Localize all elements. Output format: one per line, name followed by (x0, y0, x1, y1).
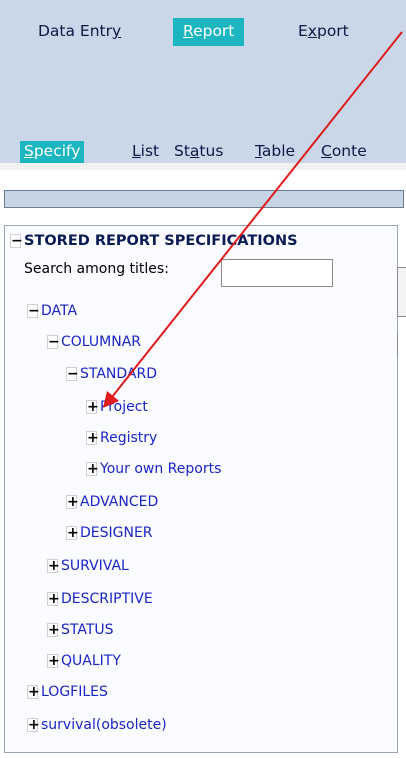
subtab-list[interactable]: List (132, 141, 159, 163)
tree-node-label[interactable]: STANDARD (80, 366, 157, 382)
expand-icon[interactable]: + (66, 526, 79, 540)
expand-icon[interactable]: + (86, 462, 99, 476)
right-pane-edge (397, 267, 406, 317)
tree-node-project[interactable]: +Project (86, 398, 148, 416)
collapse-icon[interactable]: − (10, 234, 23, 248)
subtab-list-label: ist (140, 142, 160, 160)
tree-node-label[interactable]: COLUMNAR (61, 334, 141, 350)
tab-report[interactable]: Report (173, 18, 245, 46)
collapse-icon[interactable]: − (47, 335, 60, 349)
tree-node-label[interactable]: LOGFILES (41, 684, 108, 700)
tree-node-columnar[interactable]: −COLUMNAR (47, 333, 141, 351)
subtab-status-label-rest: tus (199, 142, 224, 160)
tab-export-label: E (298, 22, 308, 40)
subtab-status-label: St (174, 142, 190, 160)
tree-node-label[interactable]: Registry (100, 430, 157, 446)
tree-node-label[interactable]: DATA (41, 303, 77, 319)
expand-icon[interactable]: + (27, 718, 40, 732)
tree-node-label[interactable]: survival(obsolete) (41, 717, 167, 733)
subtab-conte-hotkey: C (321, 142, 332, 160)
tab-data-entry-label: Data Entr (38, 22, 113, 40)
search-input[interactable] (221, 259, 333, 287)
expand-icon[interactable]: + (27, 685, 40, 699)
tree-node-registry[interactable]: +Registry (86, 429, 157, 447)
collapse-icon[interactable]: − (66, 367, 79, 381)
tree-node-label[interactable]: Your own Reports (100, 461, 221, 477)
subtab-table[interactable]: Table (255, 141, 295, 163)
subtab-table-label: able (261, 142, 296, 160)
subtab-table-hotkey: T (255, 142, 262, 160)
panel-title-label: STORED REPORT SPECIFICATIONS (24, 233, 298, 249)
tree-node-label[interactable]: STATUS (61, 622, 114, 638)
panel-title: −STORED REPORT SPECIFICATIONS (10, 232, 298, 250)
tab-export-hotkey: x (307, 22, 317, 40)
tree-node-label[interactable]: ADVANCED (80, 494, 158, 510)
sub-navigation: Specify List Status Table Conte (0, 141, 406, 163)
expand-icon[interactable]: + (47, 623, 60, 637)
expand-icon[interactable]: + (66, 495, 79, 509)
tab-data-entry[interactable]: Data Entry (38, 18, 121, 46)
subtab-status-hotkey: a (189, 142, 200, 160)
subtab-conte-label: onte (331, 142, 367, 160)
tree-node-data[interactable]: −DATA (27, 302, 77, 320)
expand-icon[interactable]: + (86, 400, 99, 414)
tree-node-designer[interactable]: +DESIGNER (66, 524, 153, 542)
subtab-specify-label: pecify (33, 142, 81, 160)
subtab-status[interactable]: Status (174, 141, 223, 163)
toolbar-strip (4, 190, 404, 208)
right-pane-edge-lower (397, 334, 406, 356)
expand-icon[interactable]: + (47, 654, 60, 668)
tree-node-survival-obsolete[interactable]: +survival(obsolete) (27, 716, 167, 734)
subtab-specify[interactable]: Specify (20, 141, 85, 163)
tab-report-label: eport (193, 22, 235, 40)
tree-node-standard[interactable]: −STANDARD (66, 365, 157, 383)
tree-node-status[interactable]: +STATUS (47, 621, 114, 639)
subtab-list-hotkey: L (132, 142, 141, 160)
subtab-conte[interactable]: Conte (321, 141, 367, 163)
tree-node-quality[interactable]: +QUALITY (47, 652, 121, 670)
tree-node-label[interactable]: Project (100, 399, 148, 415)
tab-data-entry-hotkey: y (112, 22, 122, 40)
app-header: Data Entry Report Export Specify List St… (0, 0, 406, 163)
expand-icon[interactable]: + (47, 559, 60, 573)
tab-export[interactable]: Export (298, 18, 349, 46)
expand-icon[interactable]: + (47, 592, 60, 606)
tree-node-label[interactable]: DESIGNER (80, 525, 153, 541)
search-label: Search among titles: (24, 261, 169, 277)
expand-icon[interactable]: + (86, 431, 99, 445)
tree-node-label[interactable]: SURVIVAL (61, 558, 129, 574)
tree-node-label[interactable]: DESCRIPTIVE (61, 591, 153, 607)
tree-node-logfiles[interactable]: +LOGFILES (27, 683, 108, 701)
tree-node-descriptive[interactable]: +DESCRIPTIVE (47, 590, 153, 608)
collapse-icon[interactable]: − (27, 304, 40, 318)
tree-node-label[interactable]: QUALITY (61, 653, 121, 669)
header-separator (0, 163, 406, 170)
tab-export-label-rest: port (316, 22, 349, 40)
tree-node-advanced[interactable]: +ADVANCED (66, 493, 158, 511)
tree-node-survival[interactable]: +SURVIVAL (47, 557, 129, 575)
tree-node-your-own-reports[interactable]: +Your own Reports (86, 460, 221, 478)
tab-report-hotkey: R (183, 22, 194, 40)
subtab-specify-hotkey: S (24, 142, 34, 160)
